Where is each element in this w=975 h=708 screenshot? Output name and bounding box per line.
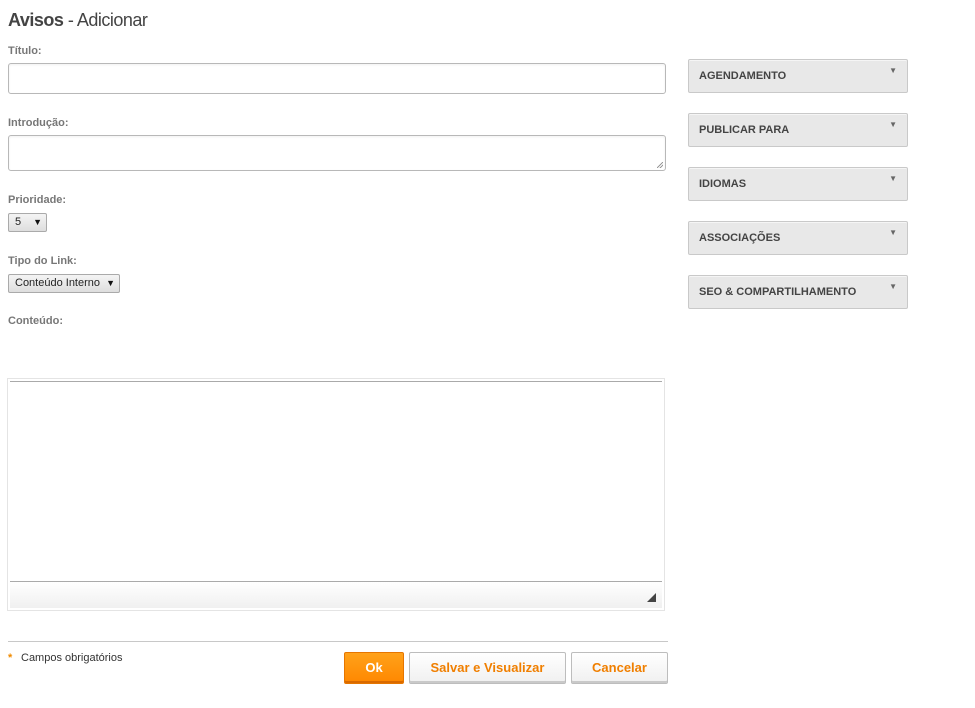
editor-resize-icon[interactable] [647, 593, 656, 602]
prioridade-label: Prioridade: [8, 194, 67, 206]
content-editor[interactable] [7, 378, 665, 611]
chevron-down-icon: ▼ [889, 282, 897, 291]
introducao-label: Introdução: [8, 117, 69, 129]
chevron-down-icon: ▼ [106, 278, 115, 288]
chevron-down-icon: ▼ [889, 120, 897, 129]
panel-agendamento[interactable]: AGENDAMENTO ▼ [688, 59, 908, 93]
chevron-down-icon: ▼ [889, 174, 897, 183]
cancel-button[interactable]: Cancelar [571, 652, 668, 684]
panel-publicar-para-label: PUBLICAR PARA [699, 124, 790, 136]
panel-idiomas[interactable]: IDIOMAS ▼ [688, 167, 908, 201]
panel-seo-compartilhamento[interactable]: SEO & COMPARTILHAMENTO ▼ [688, 275, 908, 309]
footer-divider [8, 641, 668, 642]
page-title: Avisos - Adicionar [8, 10, 148, 31]
tipo-link-value: Conteúdo Interno [15, 277, 101, 289]
required-asterisk-icon: * [8, 652, 13, 664]
panel-agendamento-label: AGENDAMENTO [699, 70, 787, 82]
page-title-module: Avisos [8, 10, 64, 30]
page-title-action: - Adicionar [63, 10, 148, 30]
panel-associacoes-label: ASSOCIAÇÕES [699, 232, 781, 244]
panel-associacoes[interactable]: ASSOCIAÇÕES ▼ [688, 221, 908, 255]
chevron-down-icon: ▼ [889, 66, 897, 75]
tipo-link-label: Tipo do Link: [8, 255, 77, 267]
prioridade-value: 5 [15, 216, 22, 228]
panel-publicar-para[interactable]: PUBLICAR PARA ▼ [688, 113, 908, 147]
required-fields-note: Campos obrigatórios [21, 652, 123, 664]
editor-toolbar-divider [10, 381, 662, 382]
tipo-link-select[interactable]: Conteúdo Interno ▼ [8, 274, 120, 293]
chevron-down-icon: ▼ [33, 217, 42, 227]
ok-button[interactable]: Ok [344, 652, 404, 684]
titulo-label: Título: [8, 45, 42, 57]
editor-status-bar [10, 581, 662, 608]
prioridade-select[interactable]: 5 ▼ [8, 213, 47, 232]
panel-idiomas-label: IDIOMAS [699, 178, 747, 190]
textarea-resize-icon[interactable] [657, 162, 663, 168]
panel-seo-compartilhamento-label: SEO & COMPARTILHAMENTO [699, 286, 857, 298]
conteudo-label-wrapper: Conteúdo: [8, 314, 108, 325]
titulo-input[interactable] [8, 63, 666, 94]
conteudo-label: Conteúdo: [8, 315, 63, 325]
save-and-view-button[interactable]: Salvar e Visualizar [409, 652, 566, 684]
chevron-down-icon: ▼ [889, 228, 897, 237]
introducao-textarea[interactable] [8, 135, 666, 171]
